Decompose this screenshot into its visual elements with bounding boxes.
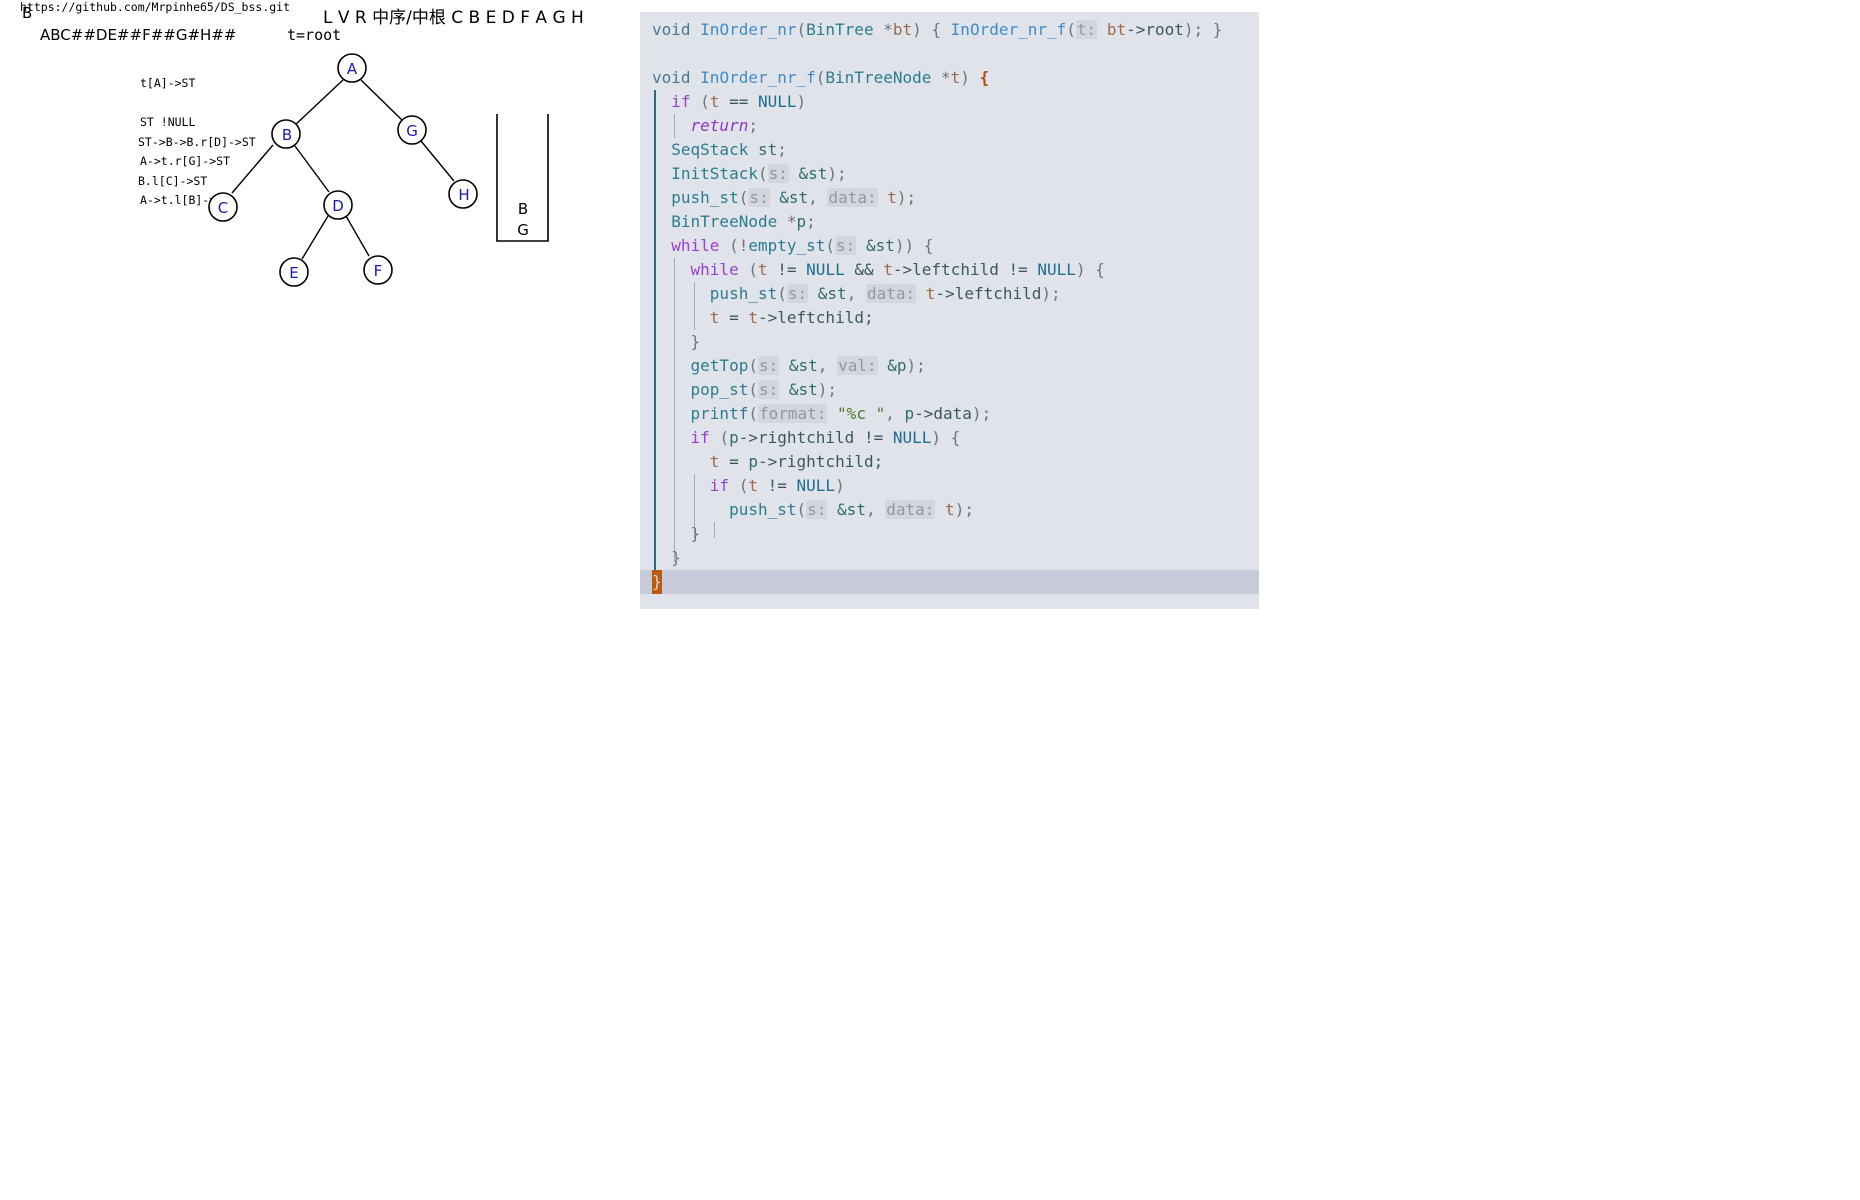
code-line[interactable]: while (t != NULL && t->leftchild != NULL… — [640, 258, 1259, 282]
whiteboard-canvas: https://github.com/Mrpinhe65/DS_bss.git … — [0, 0, 640, 620]
tree-edges — [231, 79, 455, 260]
code-editor-panel[interactable]: void InOrder_nr(BinTree *bt) { InOrder_n… — [640, 12, 1259, 609]
tree-node-label: A — [347, 60, 358, 78]
stack-item: B — [518, 200, 528, 218]
stack-item: G — [517, 221, 529, 239]
edge-d-f — [345, 215, 370, 257]
code-line[interactable]: void InOrder_nr(BinTree *bt) { InOrder_n… — [640, 18, 1259, 42]
code-line[interactable]: pop_st(s: &st); — [640, 378, 1259, 402]
code-line[interactable]: if (t == NULL) — [640, 90, 1259, 114]
code-line[interactable]: push_st(s: &st, data: t->leftchild); — [640, 282, 1259, 306]
current-code-line[interactable]: } — [640, 570, 1259, 594]
tree-node-label: H — [458, 186, 469, 204]
text-cursor: } — [652, 570, 662, 594]
edge-g-h — [420, 140, 455, 182]
edge-a-b — [293, 79, 344, 127]
edge-d-e — [301, 215, 329, 260]
code-line[interactable]: return; — [640, 114, 1259, 138]
tree-node-label: F — [374, 262, 383, 280]
edge-b-d — [294, 145, 330, 193]
code-line[interactable]: t = p->rightchild; — [640, 450, 1259, 474]
code-line[interactable]: t = t->leftchild; — [640, 306, 1259, 330]
code-line[interactable]: } — [640, 546, 1259, 570]
code-line[interactable]: InitStack(s: &st); — [640, 162, 1259, 186]
code-line[interactable]: if (p->rightchild != NULL) { — [640, 426, 1259, 450]
code-line[interactable]: } — [640, 330, 1259, 354]
tree-node-label: B — [282, 126, 292, 144]
code-line[interactable]: push_st(s: &st, data: t); — [640, 498, 1259, 522]
code-line[interactable]: printf(format: "%c ", p->data); — [640, 402, 1259, 426]
code-line[interactable]: SeqStack st; — [640, 138, 1259, 162]
code-line[interactable]: BinTreeNode *p; — [640, 210, 1259, 234]
tree-node-label: E — [289, 264, 298, 282]
code-line[interactable]: void InOrder_nr_f(BinTreeNode *t) { — [640, 66, 1259, 90]
code-line[interactable]: } — [640, 522, 1259, 546]
code-line[interactable]: while (!empty_st(s: &st)) { — [640, 234, 1259, 258]
edge-b-c — [231, 144, 274, 194]
code-line[interactable]: push_st(s: &st, data: t); — [640, 186, 1259, 210]
code-line[interactable]: getTop(s: &st, val: &p); — [640, 354, 1259, 378]
binary-tree-diagram: A B G C D H E F B G — [208, 53, 549, 287]
tree-node-label: D — [332, 197, 344, 215]
code-line[interactable]: if (t != NULL) — [640, 474, 1259, 498]
tree-node-label: C — [218, 199, 228, 217]
tree-node-label: G — [406, 122, 418, 140]
edge-a-g — [360, 79, 404, 122]
